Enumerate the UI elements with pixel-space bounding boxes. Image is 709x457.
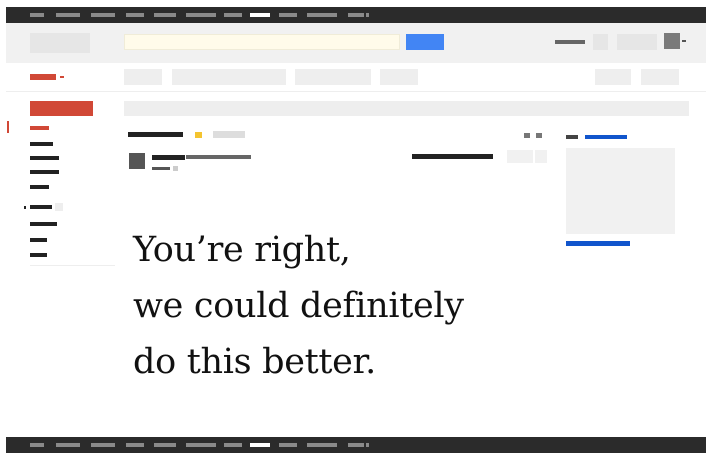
headline-line: we could definitely [133, 286, 464, 326]
message-subject [128, 132, 183, 137]
unread-count-badge [55, 203, 63, 211]
details-caret-icon[interactable] [173, 166, 178, 171]
pagination-buttons[interactable] [595, 69, 631, 85]
headline: You’re right, we could definitely do thi… [133, 222, 464, 390]
bottom-bar-item[interactable] [91, 443, 115, 447]
mail-caret-icon[interactable] [60, 76, 64, 78]
more-caret-icon[interactable] [366, 443, 369, 447]
sender-name[interactable] [152, 155, 185, 160]
top-bar-item[interactable] [30, 13, 44, 17]
compose-button[interactable] [30, 101, 93, 116]
sidebar-divider [30, 265, 115, 266]
move-label-group[interactable] [295, 69, 371, 85]
archive-spam-delete-group[interactable] [172, 69, 286, 85]
apps-icon[interactable] [593, 34, 608, 50]
sidebar-item[interactable] [30, 142, 53, 146]
print-icon[interactable] [524, 133, 530, 138]
sidebar-item[interactable] [30, 205, 52, 209]
bottom-bar-item-active[interactable] [250, 443, 270, 447]
share-button[interactable] [617, 34, 657, 50]
avatar-caret-icon[interactable] [682, 40, 686, 42]
bottom-bar-item[interactable] [186, 443, 216, 447]
expand-arrow-icon[interactable] [24, 206, 26, 209]
bottom-bar-item[interactable] [224, 443, 242, 447]
top-bar-item[interactable] [154, 13, 176, 17]
bottom-bar-item[interactable] [56, 443, 80, 447]
sidebar-item[interactable] [30, 238, 47, 242]
bottom-bar-item[interactable] [279, 443, 297, 447]
people-icon [566, 135, 578, 139]
sidebar-item[interactable] [30, 170, 59, 174]
blurred-mail-mockup: You’re right, we could definitely do thi… [0, 0, 709, 457]
bottom-bar-item[interactable] [348, 443, 364, 447]
bottom-navigation-bar [6, 437, 706, 453]
top-bar-item[interactable] [126, 13, 144, 17]
top-bar-item[interactable] [91, 13, 115, 17]
sidebar-item[interactable] [30, 253, 47, 257]
sidebar-item[interactable] [30, 156, 59, 160]
headline-line: You’re right, [133, 230, 351, 270]
contact-details-link[interactable] [566, 241, 630, 246]
sidebar-item-inbox[interactable] [30, 126, 49, 130]
headline-line: do this better. [133, 342, 376, 382]
people-link[interactable] [585, 135, 627, 139]
logo[interactable] [30, 33, 90, 53]
sender-email [186, 155, 251, 159]
sidebar-item[interactable] [30, 222, 57, 226]
top-bar-item[interactable] [224, 13, 242, 17]
important-marker-icon[interactable] [195, 132, 202, 138]
sidebar-item[interactable] [30, 185, 49, 189]
bottom-bar-item[interactable] [307, 443, 337, 447]
sender-avatar[interactable] [129, 153, 145, 169]
top-bar-item-active[interactable] [250, 13, 270, 17]
search-input[interactable] [124, 34, 400, 50]
bottom-bar-item[interactable] [30, 443, 44, 447]
message-timestamp [412, 154, 493, 159]
search-button[interactable] [406, 34, 444, 50]
top-bar-item[interactable] [307, 13, 337, 17]
settings-button[interactable] [641, 69, 679, 85]
avatar[interactable] [664, 33, 680, 49]
inbox-label-chip[interactable] [213, 131, 245, 138]
more-actions-button[interactable] [535, 150, 547, 163]
message-header-bar [124, 101, 689, 116]
active-folder-indicator [7, 121, 9, 133]
recipient-to-me [152, 167, 170, 170]
new-window-icon[interactable] [536, 133, 542, 138]
bottom-bar-item[interactable] [154, 443, 176, 447]
more-button[interactable] [380, 69, 418, 85]
bottom-bar-item[interactable] [126, 443, 144, 447]
user-name[interactable] [555, 40, 585, 44]
select-checkbox-button[interactable] [124, 69, 162, 85]
top-bar-item[interactable] [348, 13, 364, 17]
top-bar-item[interactable] [279, 13, 297, 17]
mail-label[interactable] [30, 74, 56, 80]
contact-card [566, 148, 675, 234]
reply-button[interactable] [507, 150, 533, 163]
top-bar-item[interactable] [56, 13, 80, 17]
top-bar-item[interactable] [186, 13, 216, 17]
top-navigation-bar [6, 7, 706, 23]
more-caret-icon[interactable] [366, 13, 369, 17]
toolbar-divider [6, 91, 706, 92]
